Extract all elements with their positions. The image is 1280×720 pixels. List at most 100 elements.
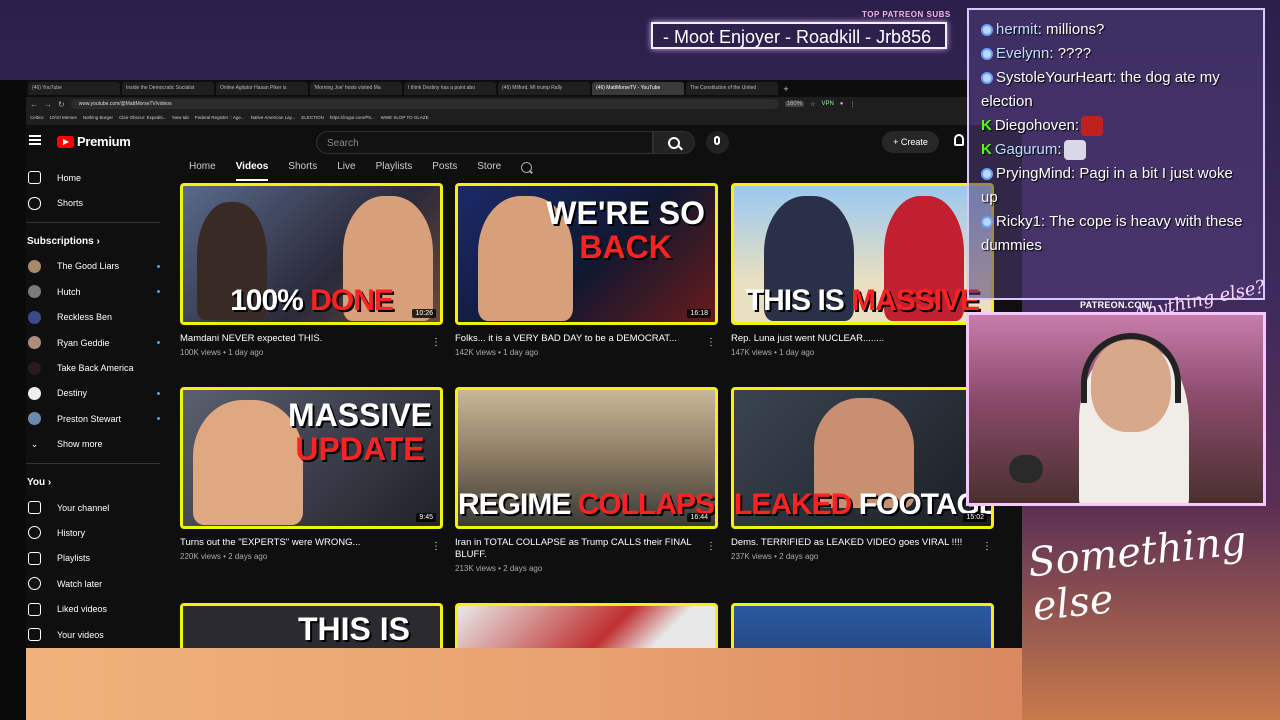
sidebar-item-shorts[interactable]: Shorts [26, 190, 166, 215]
more-options-icon[interactable]: ⋮ [706, 337, 716, 348]
video-thumbnail[interactable]: MASSIVE UPDATE 9:45 [180, 387, 443, 529]
video-card[interactable]: 100% DONE 10:26 Mamdani NEVER expected T… [180, 183, 443, 357]
video-title[interactable]: Folks... it is a VERY BAD DAY to be a DE… [455, 333, 700, 345]
video-title[interactable]: Iran in TOTAL COLLAPSE as Trump CALLS th… [455, 537, 700, 561]
bookmark[interactable]: 10/10 Memes [50, 115, 77, 120]
video-thumbnail[interactable]: REGIME COLLAPSE 16:44 [455, 387, 718, 529]
browser-tab[interactable]: Inside the Democratic Socialist [122, 82, 214, 95]
bookmark[interactable]: https://imgur.com/P5... [330, 115, 375, 120]
sidebar-item-subscription[interactable]: The Good Liars [26, 254, 166, 279]
browser-tab[interactable]: Online Agitator Hasan Piker is [216, 82, 308, 95]
video-duration: 15:02 [963, 513, 987, 522]
bookmark[interactable]: ELECTION [301, 115, 324, 120]
video-thumbnail[interactable]: THIS IS [180, 603, 443, 648]
tab-shorts[interactable]: Shorts [288, 159, 317, 181]
chat-badge-icon [981, 216, 993, 229]
more-options-icon[interactable]: ⋮ [431, 541, 441, 552]
more-options-icon[interactable]: ⋮ [982, 541, 992, 552]
sidebar-item-your-channel[interactable]: Your channel [26, 495, 166, 520]
left-dark-strip [0, 80, 26, 720]
tab-store[interactable]: Store [477, 159, 501, 181]
browser-tab[interactable]: (46) YouTube [28, 82, 120, 95]
zoom-level[interactable]: 160% [784, 101, 805, 107]
back-icon[interactable]: ← [30, 100, 38, 109]
bookmark[interactable]: WWE SLOP TO GLAZE [381, 115, 429, 120]
sidebar-item-subscription[interactable]: Ryan Geddie [26, 330, 166, 355]
video-card[interactable] [455, 603, 718, 648]
video-card[interactable]: MASSIVE UPDATE 9:45 Turns out the "EXPERT… [180, 387, 443, 561]
more-options-icon[interactable]: ⋮ [431, 337, 441, 348]
video-thumbnail[interactable]: LEAKED FOOTAGE 15:02 [731, 387, 994, 529]
bookmark[interactable]: Federal Register :: Age... [195, 115, 245, 120]
browser-tab[interactable]: I think Destiny has a point abo [404, 82, 496, 95]
video-title[interactable]: Dems. TERRIFIED as LEAKED VIDEO goes VIR… [731, 537, 976, 549]
sidebar-item-watch-later[interactable]: Watch later [26, 571, 166, 596]
vpn-badge[interactable]: VPN [821, 101, 833, 107]
hamburger-menu-icon[interactable] [29, 135, 41, 145]
youtube-logo[interactable]: Premium [57, 134, 131, 149]
sidebar-item-history[interactable]: History [26, 520, 166, 545]
sidebar-item-your-videos[interactable]: Your videos [26, 622, 166, 647]
search-button[interactable] [653, 131, 695, 154]
more-options-icon[interactable]: ⋮ [706, 541, 716, 552]
video-title[interactable]: Rep. Luna just went NUCLEAR........ [731, 333, 976, 345]
bookmark[interactable]: Nothing Burger [83, 115, 113, 120]
menu-icon[interactable]: ⋮ [849, 101, 855, 108]
browser-tab[interactable]: (46) Milford, MI trump Rally [498, 82, 590, 95]
show-more-button[interactable]: ⌄ Show more [26, 432, 166, 457]
tab-live[interactable]: Live [337, 159, 355, 181]
tab-playlists[interactable]: Playlists [376, 159, 413, 181]
video-card[interactable] [731, 603, 994, 648]
search-input[interactable]: Search [316, 131, 653, 154]
tab-strip: (46) YouTube Inside the Democratic Socia… [26, 80, 970, 97]
tab-posts[interactable]: Posts [432, 159, 457, 181]
browser-tab[interactable]: 'Morning Joe' hosts visited Ma [310, 82, 402, 95]
create-button[interactable]: + Create [882, 131, 939, 153]
sidebar-item-subscription[interactable]: Hutch [26, 279, 166, 304]
notifications-bell-icon[interactable] [954, 134, 964, 146]
forward-icon[interactable]: → [44, 100, 52, 109]
sidebar-item-home[interactable]: Home [26, 165, 166, 190]
bookmark[interactable]: Celtics [30, 115, 44, 120]
sidebar-item-label: Liked videos [57, 604, 108, 615]
new-tab-button[interactable]: + [780, 84, 792, 94]
video-card[interactable]: WE'RE SO BACK 16:18 Folks... it is a VERY… [455, 183, 718, 357]
clock-icon [28, 577, 41, 591]
video-card[interactable]: THIS IS MASSIVE Rep. Luna just went NUCL… [731, 183, 994, 357]
browser-tab-active[interactable]: (46) MattMorseTV - YouTube [592, 82, 684, 95]
sidebar-item-subscription[interactable]: Destiny [26, 381, 166, 406]
sidebar-item-subscription[interactable]: Preston Stewart [26, 406, 166, 431]
sidebar-item-subscription[interactable]: Take Back America [26, 355, 166, 380]
video-card[interactable]: REGIME COLLAPSE 16:44 Iran in TOTAL COLL… [455, 387, 718, 573]
video-card[interactable]: LEAKED FOOTAGE 15:02 Dems. TERRIFIED as … [731, 387, 994, 561]
sidebar-item-playlists[interactable]: Playlists [26, 546, 166, 571]
reload-icon[interactable]: ↻ [58, 100, 65, 109]
bookmark[interactable]: Native American Lay... [251, 115, 296, 120]
extension-icon[interactable]: ● [840, 101, 844, 107]
url-bar[interactable]: www.youtube.com/@MattMorseTV/videos [70, 99, 779, 109]
star-icon[interactable]: ☆ [810, 101, 815, 108]
tab-videos[interactable]: Videos [235, 159, 269, 181]
you-heading[interactable]: You › [26, 470, 166, 495]
video-card[interactable]: THIS IS [180, 603, 443, 648]
video-thumbnail[interactable] [455, 603, 718, 648]
tab-home[interactable]: Home [189, 159, 216, 181]
playlists-icon [28, 551, 41, 565]
sidebar-item-subscription[interactable]: Reckless Ben [26, 305, 166, 330]
subscriptions-heading[interactable]: Subscriptions › [26, 229, 166, 254]
video-title[interactable]: Turns out the "EXPERTS" were WRONG... [180, 537, 425, 549]
new-content-dot [157, 341, 160, 345]
bookmark[interactable]: Clair Obscur: Expediti... [119, 115, 166, 120]
new-content-dot [157, 264, 160, 268]
video-title[interactable]: Mamdani NEVER expected THIS. [180, 333, 425, 345]
channel-search-icon[interactable] [521, 162, 533, 173]
video-thumbnail[interactable]: WE'RE SO BACK 16:18 [455, 183, 718, 325]
browser-tab[interactable]: The Constitution of the United [686, 82, 778, 95]
voice-search-button[interactable] [706, 131, 729, 154]
video-thumbnail[interactable] [731, 603, 994, 648]
video-thumbnail[interactable]: THIS IS MASSIVE [731, 183, 994, 325]
sidebar-item-label: Hutch [57, 286, 81, 297]
bookmark[interactable]: New tab [172, 115, 189, 120]
sidebar-item-liked-videos[interactable]: Liked videos [26, 596, 166, 621]
video-thumbnail[interactable]: 100% DONE 10:26 [180, 183, 443, 325]
